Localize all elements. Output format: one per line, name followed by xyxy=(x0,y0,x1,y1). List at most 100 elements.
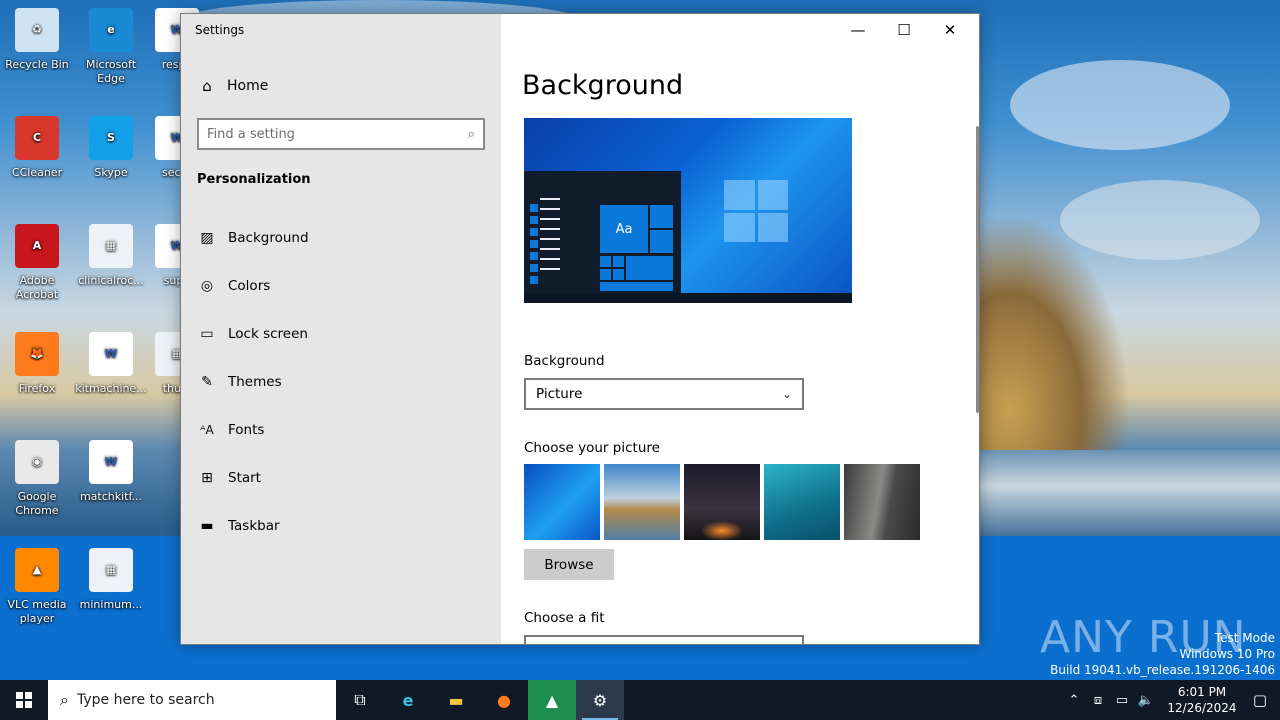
desktop-icon[interactable]: ▦ minimum... xyxy=(74,548,148,612)
preview-tile xyxy=(626,256,673,280)
desktop-icon-label: Skype xyxy=(94,166,128,179)
nav-home[interactable]: ⌂ Home xyxy=(197,77,268,95)
nav-item-colors[interactable]: ◎ Colors xyxy=(181,262,501,310)
chevron-up-icon[interactable]: ⌃ xyxy=(1062,693,1086,708)
nav-item-label: Themes xyxy=(228,374,282,390)
device-icon[interactable]: ⧈ xyxy=(1086,693,1110,708)
nav-item-fonts[interactable]: ᴬA Fonts xyxy=(181,406,501,454)
taskbar-file-explorer[interactable]: ▬ xyxy=(432,680,480,720)
settings-sidebar: Settings ⌂ Home ⌕ Personalization ▨ Back… xyxy=(181,14,501,644)
lock-screen-icon: ▭ xyxy=(200,326,214,342)
nav-item-label: Start xyxy=(228,470,261,486)
desktop-icon[interactable]: ◉ Google Chrome xyxy=(0,440,74,518)
desktop-icon[interactable]: C CCleaner xyxy=(0,116,74,180)
desktop-icon-label: Adobe Acrobat xyxy=(15,274,59,301)
taskbar-app-green[interactable]: ▲ xyxy=(528,680,576,720)
minimize-icon: — xyxy=(850,21,866,39)
maximize-button[interactable]: ☐ xyxy=(881,14,927,46)
desktop-icon-label: minimum... xyxy=(79,598,143,611)
taskbar-search-input[interactable] xyxy=(76,692,307,708)
network-icon[interactable]: ▭ xyxy=(1110,693,1134,708)
desktop-app-icon: W xyxy=(89,440,133,484)
build-text: Build 19041.vb_release.191206-1406 xyxy=(1050,663,1275,677)
choose-fit-dropdown[interactable] xyxy=(524,635,804,644)
home-icon: ⌂ xyxy=(202,77,212,95)
wallpaper-cloud xyxy=(1010,60,1230,150)
taskbar-edge[interactable]: e xyxy=(384,680,432,720)
clock-time: 6:01 PM xyxy=(1177,685,1227,699)
desktop-icon[interactable]: A Adobe Acrobat xyxy=(0,224,74,302)
desktop-app-icon: ▲ xyxy=(15,548,59,592)
picture-thumbnail-underwater[interactable] xyxy=(764,464,840,540)
start-button[interactable] xyxy=(0,680,48,720)
content-scrollbar[interactable] xyxy=(976,126,979,413)
desktop-icon[interactable]: S Skype xyxy=(74,116,148,180)
nav-item-themes[interactable]: ✎ Themes xyxy=(181,358,501,406)
nav-item-label: Colors xyxy=(228,278,271,294)
choose-picture-label: Choose your picture xyxy=(524,440,660,456)
settings-search-box[interactable]: ⌕ xyxy=(197,118,485,150)
palette-icon: ◎ xyxy=(200,278,214,294)
desktop-icon[interactable]: e Microsoft Edge xyxy=(74,8,148,86)
desktop-icon-label: Recycle Bin xyxy=(5,58,69,71)
background-type-dropdown[interactable]: Picture ⌄ xyxy=(524,378,804,410)
windows-logo-icon xyxy=(724,180,788,242)
picture-thumbnail-night-sky[interactable] xyxy=(684,464,760,540)
preview-tile xyxy=(650,230,673,253)
desktop-icon[interactable]: ▦ clinicalroc... xyxy=(74,224,148,288)
nav-item-background[interactable]: ▨ Background xyxy=(181,214,501,262)
desktop-icon[interactable]: Wkitmachine... xyxy=(74,332,148,396)
nav-item-lock-screen[interactable]: ▭ Lock screen xyxy=(181,310,501,358)
desktop-icon[interactable]: Wmatchkitf... xyxy=(74,440,148,504)
desktop-app-icon: ▦ xyxy=(89,548,133,592)
section-title: Personalization xyxy=(197,172,311,187)
desktop-icon[interactable]: ♻ Recycle Bin xyxy=(0,8,74,72)
browse-button[interactable]: Browse xyxy=(524,549,614,580)
nav-item-label: Taskbar xyxy=(228,518,280,534)
start-icon: ⊞ xyxy=(201,470,213,486)
background-preview: Aa xyxy=(524,118,852,303)
firefox-icon: ● xyxy=(497,690,511,710)
close-icon: ✕ xyxy=(943,21,957,39)
desktop-app-icon: ▦ xyxy=(89,224,133,268)
system-tray: ⌃ ⧈ ▭ 🔈 6:01 PM 12/26/2024 ▢ xyxy=(1062,680,1280,720)
nav-list: ▨ Background ◎ Colors ▭ Lock screen ✎ Th… xyxy=(181,214,501,550)
nav-item-taskbar[interactable]: ▬ Taskbar xyxy=(181,502,501,550)
search-icon: ⌕ xyxy=(467,126,475,142)
preview-tile xyxy=(613,269,624,280)
preview-tile xyxy=(600,282,673,291)
settings-content: — ☐ ✕ Background Aa Background Picture ⌄ xyxy=(501,14,979,644)
notification-icon[interactable]: ▢ xyxy=(1240,691,1280,709)
volume-icon[interactable]: 🔈 xyxy=(1134,693,1158,708)
minimize-button[interactable]: — xyxy=(835,14,881,46)
desktop-icon[interactable]: 🦊 Firefox xyxy=(0,332,74,396)
taskbar-clock[interactable]: 6:01 PM 12/26/2024 xyxy=(1164,684,1240,716)
nav-item-label: Fonts xyxy=(228,422,265,438)
desktop-icon-label: CCleaner xyxy=(11,166,63,179)
nav-item-start[interactable]: ⊞ Start xyxy=(181,454,501,502)
preview-start-icons xyxy=(530,204,538,288)
preview-sample-text: Aa xyxy=(615,221,633,237)
desktop-icon[interactable]: ▲ VLC media player xyxy=(0,548,74,626)
search-icon: ⌕ xyxy=(60,690,69,709)
picture-thumbnail-windows[interactable] xyxy=(524,464,600,540)
desktop-app-icon: ♻ xyxy=(15,8,59,52)
gear-icon: ⚙ xyxy=(592,690,608,710)
preview-start-list xyxy=(540,198,560,278)
taskbar-firefox[interactable]: ● xyxy=(480,680,528,720)
nav-item-label: Background xyxy=(228,230,309,246)
taskbar-settings[interactable]: ⚙ xyxy=(576,680,624,720)
taskbar-search-box[interactable]: ⌕ xyxy=(48,680,336,720)
task-view-button[interactable]: ⧉ xyxy=(336,680,384,720)
picture-thumbnail-beach[interactable] xyxy=(604,464,680,540)
desktop-icon-label: Google Chrome xyxy=(15,490,59,517)
settings-search-input[interactable] xyxy=(207,126,468,142)
background-type-label: Background xyxy=(524,353,605,369)
close-button[interactable]: ✕ xyxy=(927,14,973,46)
desktop-app-icon: 🦊 xyxy=(15,332,59,376)
clock-date: 12/26/2024 xyxy=(1167,701,1237,715)
picture-thumbnail-rock[interactable] xyxy=(844,464,920,540)
preview-taskbar xyxy=(524,293,852,303)
desktop-app-icon: C xyxy=(15,116,59,160)
desktop-app-icon: A xyxy=(15,224,59,268)
